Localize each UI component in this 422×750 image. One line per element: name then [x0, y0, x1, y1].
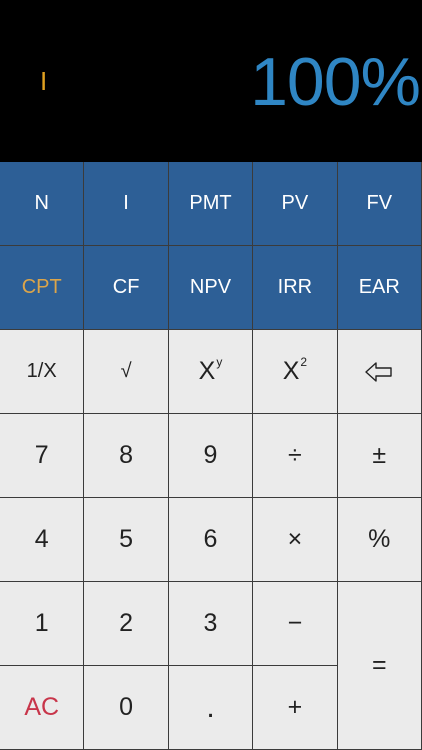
zero-key[interactable]: 0: [84, 666, 169, 750]
sqrt-key-label: √: [120, 360, 132, 382]
one-key[interactable]: 1: [0, 582, 85, 666]
ear-key-label: EAR: [358, 276, 400, 298]
npv-key[interactable]: NPV: [168, 246, 254, 330]
backspace-arrow-icon: [365, 361, 392, 382]
seven-key-label: 7: [34, 441, 49, 469]
two-key[interactable]: 2: [84, 582, 169, 666]
plus-key-label: +: [287, 693, 303, 721]
four-key[interactable]: 4: [0, 498, 85, 582]
multiply-key[interactable]: ×: [253, 498, 338, 582]
five-key-label: 5: [119, 525, 134, 553]
divide-key[interactable]: ÷: [253, 414, 338, 498]
plus-minus-key-label: ±: [372, 441, 387, 469]
seven-key[interactable]: 7: [0, 414, 85, 498]
n-key[interactable]: N: [0, 162, 85, 246]
mode-indicator: I: [40, 66, 48, 96]
minus-key-label: −: [287, 609, 303, 637]
divide-key-label: ÷: [288, 441, 302, 469]
power-exponent: y: [216, 354, 223, 369]
square-exponent: 2: [300, 354, 308, 369]
ac-key[interactable]: AC: [0, 666, 85, 750]
decimal-key[interactable]: .: [168, 666, 254, 750]
percent-key-label: %: [368, 525, 391, 553]
pv-key[interactable]: PV: [253, 162, 338, 246]
eight-key[interactable]: 8: [84, 414, 169, 498]
multiply-key-label: ×: [287, 525, 303, 553]
pmt-key[interactable]: PMT: [168, 162, 254, 246]
display-panel: I 100%: [0, 0, 422, 162]
ac-key-label: AC: [24, 693, 60, 721]
fv-key[interactable]: FV: [337, 162, 422, 246]
square-key[interactable]: X2: [253, 330, 338, 414]
irr-key[interactable]: IRR: [253, 246, 338, 330]
equals-key[interactable]: =: [337, 582, 422, 750]
nine-key-label: 9: [203, 441, 218, 469]
i-key[interactable]: I: [84, 162, 169, 246]
pv-key-label: PV: [281, 192, 309, 214]
backspace-key[interactable]: [337, 330, 422, 414]
eight-key-label: 8: [119, 441, 134, 469]
six-key[interactable]: 6: [168, 498, 254, 582]
square-base: X: [282, 357, 300, 385]
plus-key[interactable]: +: [253, 666, 338, 750]
percent-key[interactable]: %: [337, 498, 422, 582]
two-key-label: 2: [119, 609, 134, 637]
power-key[interactable]: Xy: [168, 330, 254, 414]
six-key-label: 6: [203, 525, 218, 553]
decimal-key-label: .: [206, 690, 215, 724]
power-base: X: [198, 357, 216, 385]
three-key[interactable]: 3: [168, 582, 254, 666]
equals-key-label: =: [371, 651, 387, 679]
five-key[interactable]: 5: [84, 498, 169, 582]
pmt-key-label: PMT: [189, 192, 232, 214]
cf-key-label: CF: [112, 276, 140, 298]
display-value: 100%: [250, 44, 421, 120]
n-key-label: N: [34, 192, 49, 214]
three-key-label: 3: [203, 609, 218, 637]
four-key-label: 4: [34, 525, 49, 553]
ear-key[interactable]: EAR: [337, 246, 422, 330]
nine-key[interactable]: 9: [168, 414, 254, 498]
plus-minus-key[interactable]: ±: [337, 414, 422, 498]
reciprocal-key[interactable]: 1/X: [0, 330, 85, 414]
cpt-key[interactable]: CPT: [0, 246, 85, 330]
sqrt-key[interactable]: √: [84, 330, 169, 414]
irr-key-label: IRR: [277, 276, 313, 298]
cf-key[interactable]: CF: [84, 246, 169, 330]
reciprocal-key-label: 1/X: [26, 360, 57, 382]
npv-key-label: NPV: [189, 276, 232, 298]
one-key-label: 1: [34, 609, 49, 637]
cpt-key-label: CPT: [21, 276, 62, 298]
i-key-label: I: [123, 192, 129, 214]
minus-key[interactable]: −: [253, 582, 338, 666]
zero-key-label: 0: [119, 693, 134, 721]
fv-key-label: FV: [366, 192, 393, 214]
keypad: N I PMT PV FV CPT CF NPV IRR EAR 1/X √ Xy X 2 7 8 9 ÷ ±4 5 6 ×…: [0, 162, 422, 750]
